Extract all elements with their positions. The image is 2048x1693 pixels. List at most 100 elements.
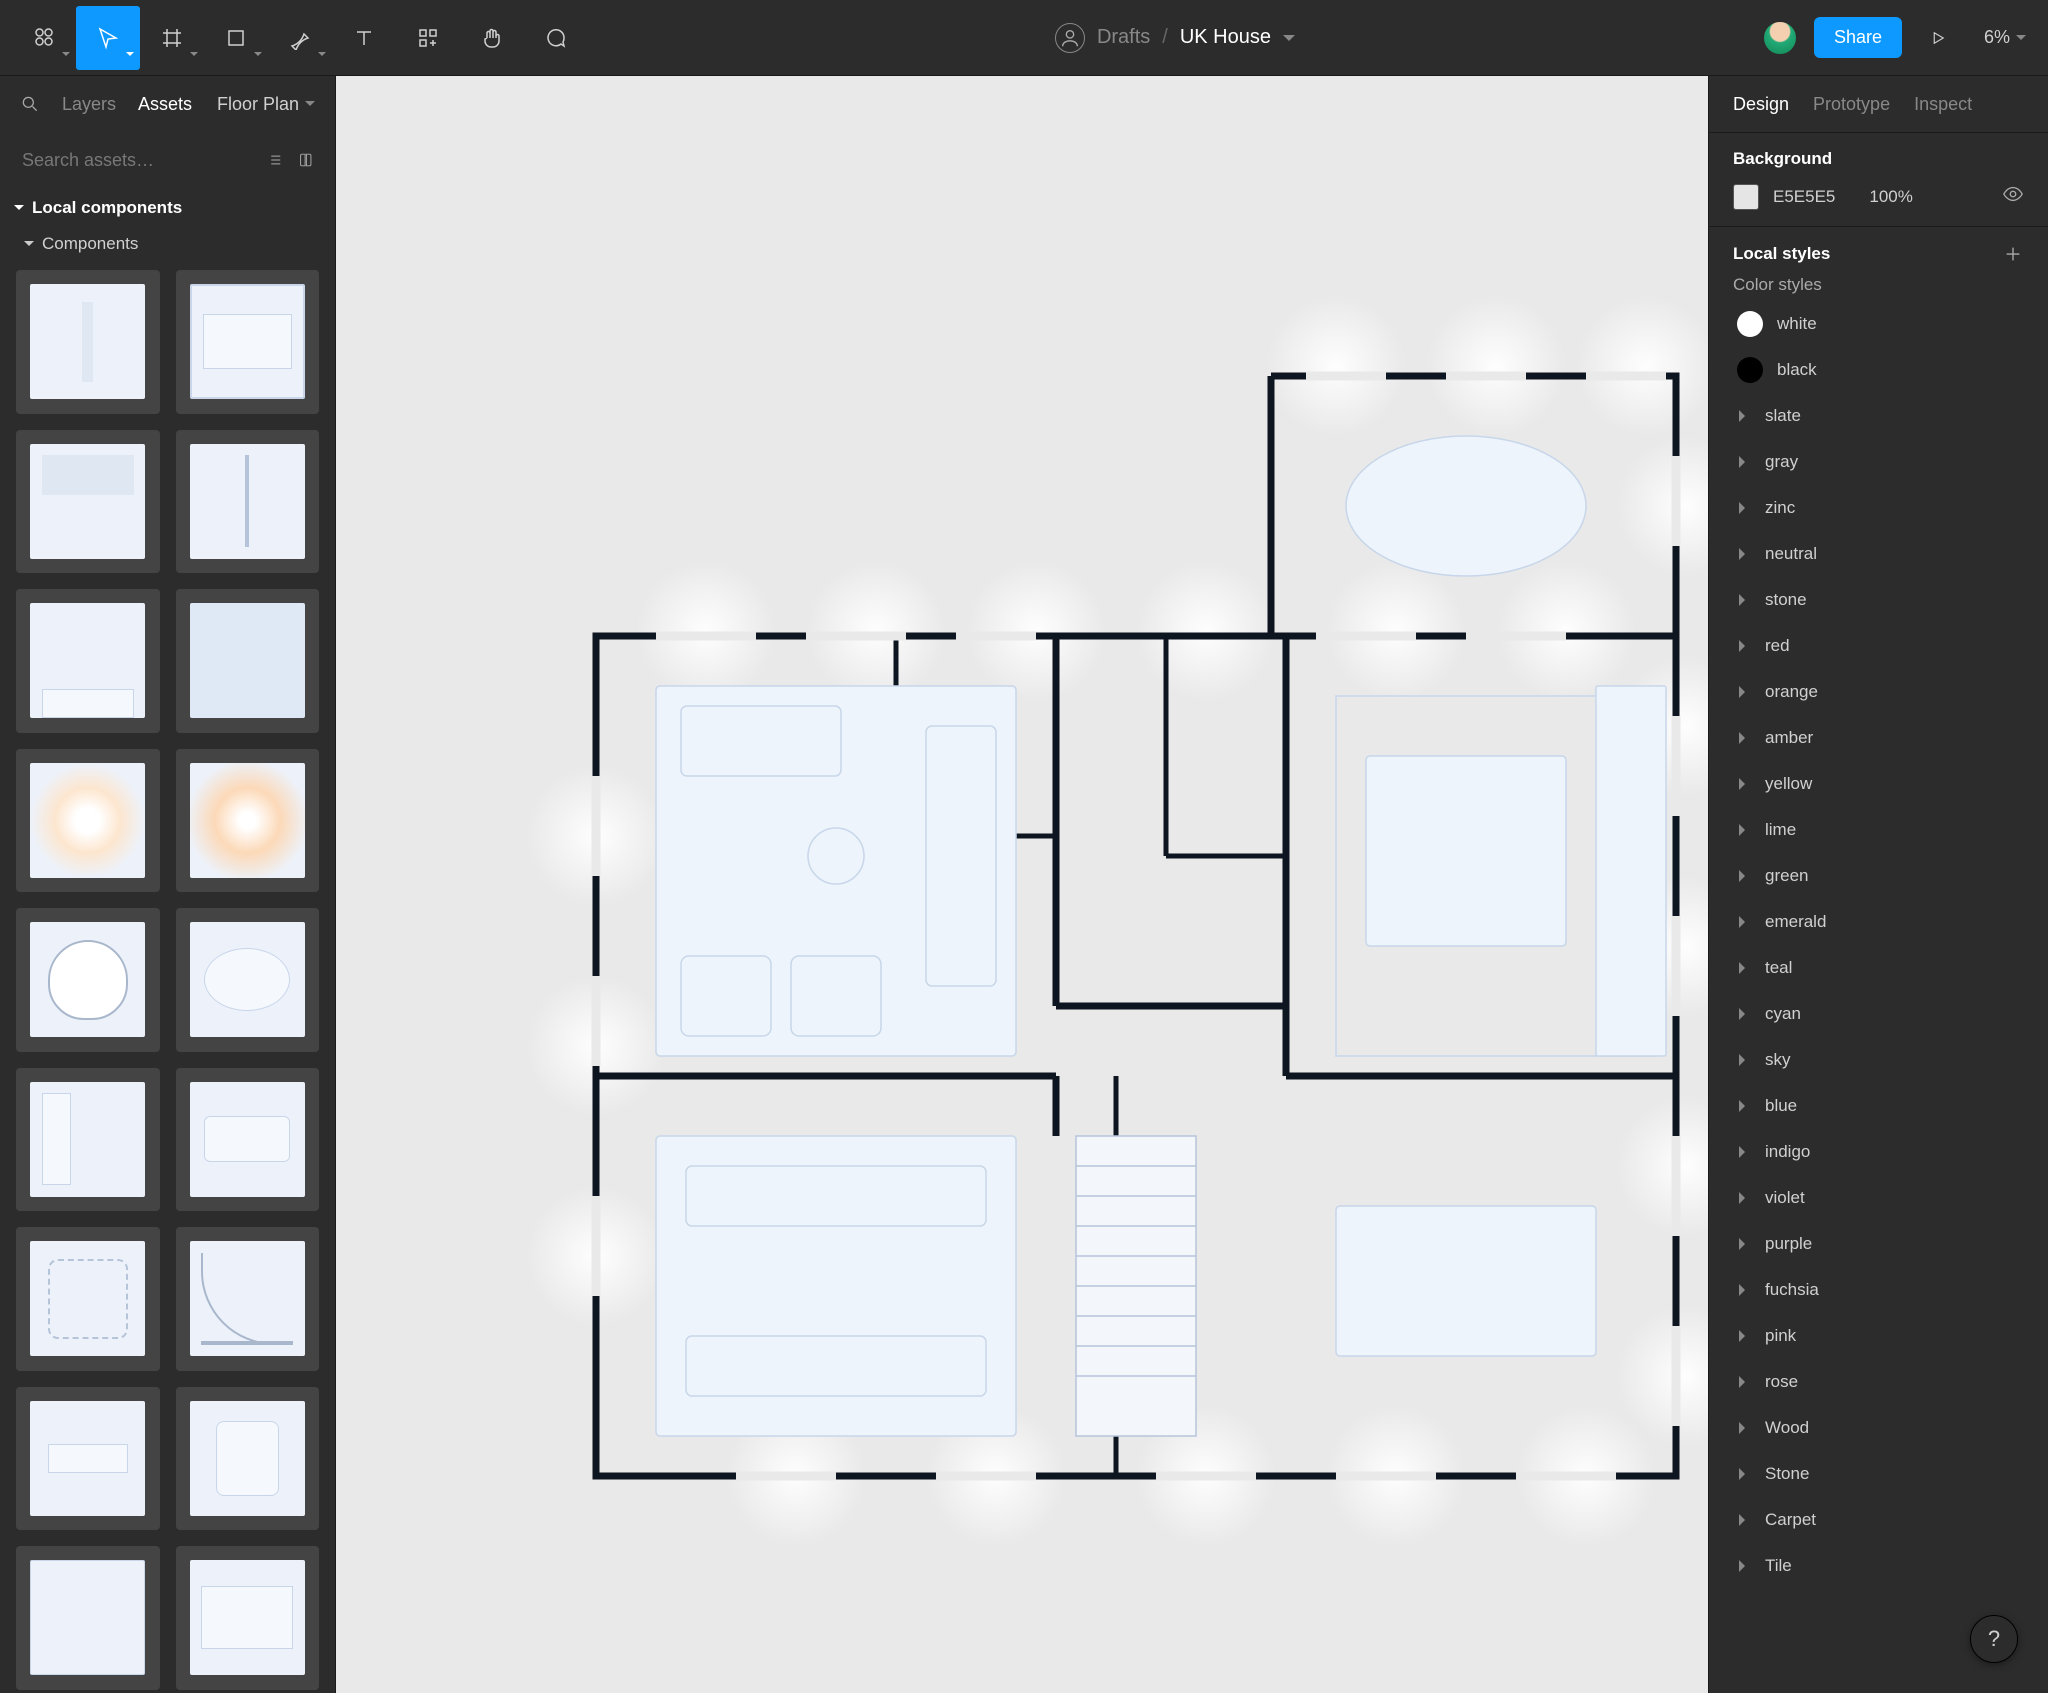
chevron-down-icon [190, 52, 198, 60]
color-style-black[interactable]: black [1733, 347, 2024, 393]
color-style-group[interactable]: green [1733, 853, 2024, 899]
right-tabs: Design Prototype Inspect [1709, 76, 2048, 132]
pen-tool-button[interactable] [268, 6, 332, 70]
asset-scroll[interactable] [0, 264, 335, 1693]
present-button[interactable] [1918, 6, 1958, 70]
color-style-group[interactable]: slate [1733, 393, 2024, 439]
color-style-group-label: indigo [1765, 1142, 1810, 1162]
help-button[interactable]: ? [1970, 1615, 2018, 1663]
tab-layers[interactable]: Layers [62, 94, 116, 115]
color-style-group[interactable]: violet [1733, 1175, 2024, 1221]
chevron-down-icon[interactable] [1283, 35, 1295, 47]
color-style-group[interactable]: zinc [1733, 485, 2024, 531]
resources-button[interactable] [396, 6, 460, 70]
asset-thumbnail[interactable] [176, 1546, 320, 1690]
color-style-group[interactable]: neutral [1733, 531, 2024, 577]
page-selector[interactable]: Floor Plan [217, 94, 315, 115]
share-button[interactable]: Share [1814, 17, 1902, 58]
asset-thumbnail[interactable] [176, 270, 320, 414]
local-styles-section: Local styles Color styles white black sl… [1709, 226, 2048, 1605]
asset-thumbnail[interactable] [16, 1387, 160, 1531]
color-style-group[interactable]: lime [1733, 807, 2024, 853]
tab-design[interactable]: Design [1733, 94, 1789, 115]
color-style-group[interactable]: Wood [1733, 1405, 2024, 1451]
color-style-group[interactable]: orange [1733, 669, 2024, 715]
zoom-control[interactable]: 6% [1974, 27, 2036, 48]
color-style-group[interactable]: rose [1733, 1359, 2024, 1405]
tab-prototype[interactable]: Prototype [1813, 94, 1890, 115]
color-style-group-label: zinc [1765, 498, 1795, 518]
color-style-white[interactable]: white [1733, 301, 2024, 347]
color-style-group[interactable]: red [1733, 623, 2024, 669]
local-components-label: Local components [32, 198, 182, 218]
comment-tool-button[interactable] [524, 6, 588, 70]
color-style-group[interactable]: Tile [1733, 1543, 2024, 1589]
asset-thumbnail[interactable] [16, 908, 160, 1052]
asset-thumbnail[interactable] [16, 1227, 160, 1371]
owner-icon[interactable] [1055, 23, 1085, 53]
color-style-group[interactable]: Stone [1733, 1451, 2024, 1497]
frame-tool-button[interactable] [140, 6, 204, 70]
components-subheading[interactable]: Components [0, 228, 335, 264]
search-icon[interactable] [20, 94, 40, 114]
color-chip-white [1737, 311, 1763, 337]
local-components-heading[interactable]: Local components [0, 188, 335, 228]
library-icon[interactable] [298, 149, 314, 171]
asset-thumbnail[interactable] [16, 589, 160, 733]
color-style-group[interactable]: indigo [1733, 1129, 2024, 1175]
chevron-down-icon [2016, 35, 2026, 45]
color-style-group[interactable]: Carpet [1733, 1497, 2024, 1543]
chevron-down-icon [62, 52, 70, 60]
asset-thumbnail[interactable] [176, 589, 320, 733]
breadcrumb-drafts[interactable]: Drafts [1097, 26, 1150, 49]
move-tool-button[interactable] [76, 6, 140, 70]
asset-thumbnail[interactable] [176, 1068, 320, 1212]
visibility-toggle[interactable] [2002, 183, 2024, 210]
asset-thumbnail[interactable] [16, 1068, 160, 1212]
asset-thumbnail[interactable] [176, 1387, 320, 1531]
search-input[interactable] [22, 150, 254, 171]
asset-thumbnail[interactable] [176, 1227, 320, 1371]
background-swatch[interactable] [1733, 184, 1759, 210]
color-style-group[interactable]: pink [1733, 1313, 2024, 1359]
app-root: Drafts / UK House Share 6% Layers Assets [0, 0, 2048, 1693]
shape-tool-button[interactable] [204, 6, 268, 70]
chevron-right-icon [1739, 916, 1751, 928]
color-style-group[interactable]: teal [1733, 945, 2024, 991]
chevron-right-icon [1739, 1422, 1751, 1434]
background-opacity[interactable]: 100% [1869, 187, 1912, 207]
avatar[interactable] [1762, 20, 1798, 56]
color-style-group[interactable]: amber [1733, 715, 2024, 761]
asset-thumbnail[interactable] [176, 749, 320, 893]
color-style-group[interactable]: cyan [1733, 991, 2024, 1037]
color-style-group[interactable]: emerald [1733, 899, 2024, 945]
asset-thumbnail[interactable] [176, 430, 320, 574]
hand-tool-button[interactable] [460, 6, 524, 70]
color-style-group[interactable]: purple [1733, 1221, 2024, 1267]
chevron-right-icon [1739, 548, 1751, 560]
text-tool-button[interactable] [332, 6, 396, 70]
file-name[interactable]: UK House [1180, 26, 1271, 49]
tab-inspect[interactable]: Inspect [1914, 94, 1972, 115]
canvas[interactable] [336, 76, 1708, 1693]
color-style-group[interactable]: yellow [1733, 761, 2024, 807]
color-style-group-label: fuchsia [1765, 1280, 1819, 1300]
list-view-icon[interactable] [268, 149, 284, 171]
chevron-right-icon [1739, 1008, 1751, 1020]
chevron-right-icon [1739, 1284, 1751, 1296]
asset-thumbnail[interactable] [16, 430, 160, 574]
background-hex[interactable]: E5E5E5 [1773, 187, 1835, 207]
asset-thumbnail[interactable] [16, 749, 160, 893]
color-style-group[interactable]: blue [1733, 1083, 2024, 1129]
asset-thumbnail[interactable] [16, 1546, 160, 1690]
asset-thumbnail[interactable] [176, 908, 320, 1052]
color-style-group[interactable]: gray [1733, 439, 2024, 485]
plus-icon[interactable] [2002, 243, 2024, 265]
tab-assets[interactable]: Assets [138, 94, 192, 115]
color-style-group-label: Tile [1765, 1556, 1792, 1576]
color-style-group[interactable]: sky [1733, 1037, 2024, 1083]
color-style-group[interactable]: stone [1733, 577, 2024, 623]
asset-thumbnail[interactable] [16, 270, 160, 414]
color-style-group[interactable]: fuchsia [1733, 1267, 2024, 1313]
main-menu-button[interactable] [12, 6, 76, 70]
